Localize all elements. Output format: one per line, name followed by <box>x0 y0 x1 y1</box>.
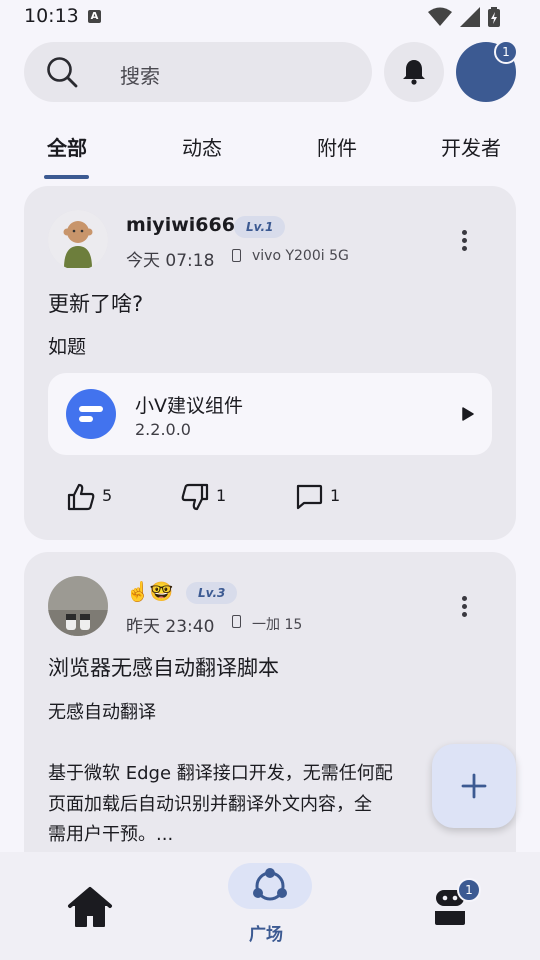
author-username[interactable]: ☝️🤓 <box>126 580 173 603</box>
status-bar: 10:13 A <box>0 0 540 34</box>
status-icons <box>428 7 500 27</box>
tab-all[interactable]: 全部 <box>47 132 87 161</box>
author-username[interactable]: miyiwi666 <box>126 214 235 236</box>
more-options-button[interactable] <box>454 594 474 620</box>
tab-bar: 全部 动态 附件 开发者 <box>0 118 540 182</box>
tab-indicator <box>44 175 89 179</box>
play-arrow-icon <box>462 407 474 421</box>
author-avatar-image <box>48 576 108 636</box>
phone-icon <box>232 249 241 262</box>
post-body: 无感自动翻译 基于微软 Edge 翻译接口开发，无需任何配 页面加载后自动识别并… <box>48 698 393 851</box>
tab-developers[interactable]: 开发者 <box>441 132 501 161</box>
community-icon <box>253 868 287 901</box>
post-body-line: 无感自动翻译 <box>48 702 156 723</box>
post-body-line <box>48 729 393 760</box>
plugin-icon <box>66 389 116 439</box>
more-options-button[interactable] <box>454 228 474 254</box>
post-device: vivo Y200i 5G <box>252 248 349 264</box>
dislike-count: 1 <box>216 486 227 505</box>
notifications-button[interactable] <box>384 42 444 102</box>
search-placeholder: 搜索 <box>120 64 160 88</box>
search-input[interactable]: 搜索 <box>24 42 372 102</box>
comment-count: 1 <box>330 486 341 505</box>
author-avatar-image <box>48 210 108 270</box>
post-card[interactable]: miyiwi666 Lv.1 今天 07:18 vivo Y200i 5G 更新… <box>24 186 516 540</box>
post-time: 今天 07:18 <box>126 251 215 271</box>
level-badge: Lv.1 <box>234 216 286 238</box>
home-icon <box>68 887 112 927</box>
create-post-button[interactable] <box>432 744 516 828</box>
like-count: 5 <box>102 486 113 505</box>
status-time: 10:13 <box>24 5 79 27</box>
nav-home[interactable] <box>64 886 116 930</box>
thumbs-up-icon <box>67 483 95 511</box>
profile-badge: 1 <box>457 878 481 902</box>
post-title: 浏览器无感自动翻译脚本 <box>48 656 279 680</box>
plugin-attachment[interactable]: 小V建议组件 2.2.0.0 <box>48 373 492 455</box>
search-icon <box>47 57 78 88</box>
post-time: 昨天 23:40 <box>126 617 215 637</box>
battery-icon <box>488 7 500 27</box>
signal-icon <box>460 7 480 27</box>
post-body-line: 需用户干预。... <box>48 824 174 845</box>
level-badge: Lv.3 <box>186 582 238 604</box>
post-device: 一加 15 <box>252 617 303 633</box>
nav-square-label[interactable]: 广场 <box>249 920 283 945</box>
plugin-version: 2.2.0.0 <box>135 420 191 439</box>
tab-attachments[interactable]: 附件 <box>317 132 357 161</box>
notification-icon: A <box>88 10 101 23</box>
bottom-navigation: 广场 1 <box>0 852 540 960</box>
author-avatar[interactable] <box>48 576 108 636</box>
thumbs-down-icon <box>181 483 209 511</box>
plus-icon <box>461 773 487 799</box>
avatar-badge: 1 <box>494 40 518 64</box>
tab-activity[interactable]: 动态 <box>182 132 222 161</box>
post-body-line: 页面加载后自动识别并翻译外文内容，全 <box>48 793 372 815</box>
post-body: 如题 <box>48 336 87 358</box>
phone-icon <box>232 615 241 628</box>
wifi-icon <box>428 7 452 26</box>
comment-icon <box>296 484 323 510</box>
plugin-name: 小V建议组件 <box>135 395 243 417</box>
post-title: 更新了啥? <box>48 292 144 316</box>
bell-icon <box>403 60 425 85</box>
post-body-line: 基于微软 Edge 翻译接口开发，无需任何配 <box>48 763 393 784</box>
nav-square[interactable] <box>228 863 312 909</box>
author-avatar[interactable] <box>48 210 108 270</box>
